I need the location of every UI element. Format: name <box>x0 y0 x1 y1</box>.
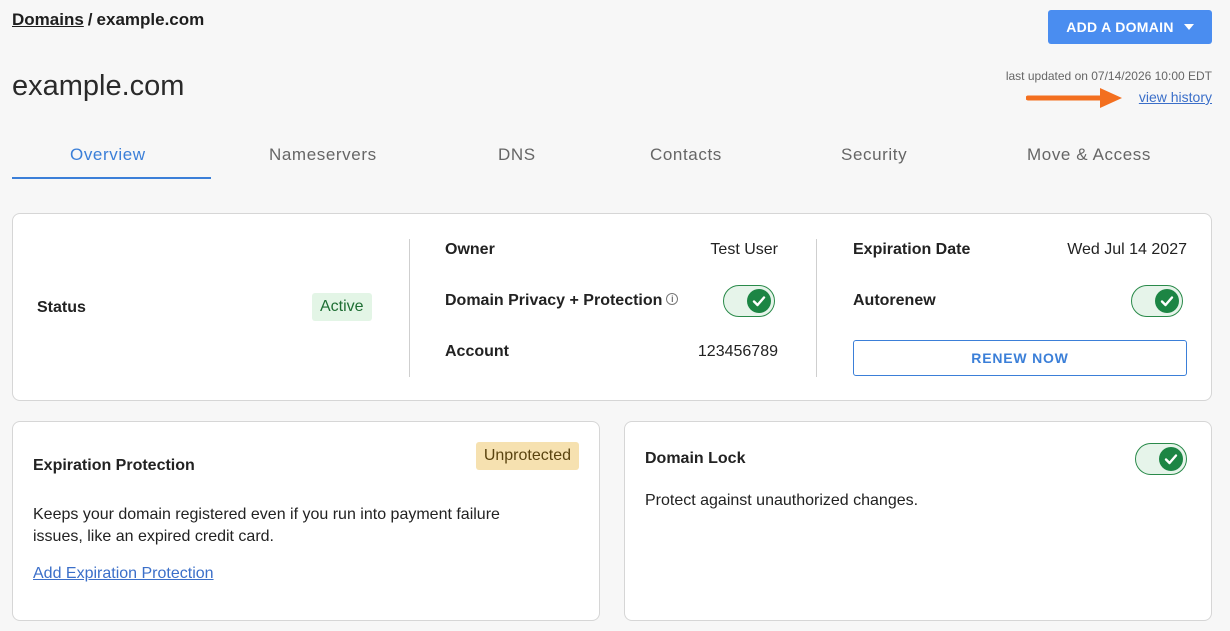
add-expiration-protection-link[interactable]: Add Expiration Protection <box>33 565 214 583</box>
account-label: Account <box>445 343 509 360</box>
expiration-date-value: Wed Jul 14 2027 <box>1067 241 1187 258</box>
expiration-protection-description: Keeps your domain registered even if you… <box>33 506 500 545</box>
last-updated-text: last updated on 07/14/2026 10:00 EDT <box>1005 69 1212 83</box>
breadcrumb-separator: / <box>87 10 93 29</box>
account-value: 123456789 <box>697 343 778 360</box>
add-domain-button[interactable]: ADD A DOMAIN <box>1048 10 1212 44</box>
renew-now-button[interactable]: RENEW NOW <box>853 340 1187 376</box>
tab-move-access[interactable]: Move & Access <box>1027 145 1151 165</box>
breadcrumb: Domains / example.com <box>12 10 204 30</box>
privacy-toggle[interactable] <box>723 285 775 317</box>
tab-dns[interactable]: DNS <box>498 145 536 165</box>
add-domain-label: ADD A DOMAIN <box>1066 19 1174 35</box>
status-label: Status <box>37 299 86 316</box>
domain-lock-card: Domain Lock Protect against unauthorized… <box>624 421 1212 621</box>
tab-security[interactable]: Security <box>841 145 907 165</box>
domain-lock-toggle[interactable] <box>1135 443 1187 475</box>
expiration-protection-title: Expiration Protection <box>33 457 195 474</box>
autorenew-toggle[interactable] <box>1131 285 1183 317</box>
domain-lock-title: Domain Lock <box>645 450 746 467</box>
check-icon <box>1159 447 1183 471</box>
tab-bar: Overview Nameservers DNS Contacts Securi… <box>12 140 1212 180</box>
chevron-down-icon <box>1183 24 1194 30</box>
tab-overview[interactable]: Overview <box>70 145 146 165</box>
check-icon <box>1155 289 1179 313</box>
breadcrumb-domains-link[interactable]: Domains <box>12 10 84 29</box>
active-tab-indicator <box>12 177 211 179</box>
divider <box>409 239 410 377</box>
tab-nameservers[interactable]: Nameservers <box>269 145 377 165</box>
owner-value: Test User <box>710 241 778 258</box>
info-icon[interactable]: i <box>666 293 679 305</box>
domain-summary-card: Status Active Owner Test User Domain Pri… <box>12 213 1212 401</box>
check-icon <box>747 289 771 313</box>
page-title: example.com <box>12 70 185 102</box>
divider <box>816 239 817 377</box>
expiration-protection-card: Expiration Protection Unprotected Keeps … <box>12 421 600 621</box>
privacy-label-text: Domain Privacy + Protection <box>445 292 663 309</box>
tab-contacts[interactable]: Contacts <box>650 145 722 165</box>
view-history-link[interactable]: view history <box>1139 89 1212 105</box>
expiration-date-label: Expiration Date <box>853 241 971 258</box>
domain-lock-description: Protect against unauthorized changes. <box>645 492 919 509</box>
privacy-label: Domain Privacy + Protection i <box>445 292 679 310</box>
autorenew-label: Autorenew <box>853 292 936 309</box>
protection-status-badge: Unprotected <box>475 442 579 470</box>
arrow-right-icon <box>1026 88 1122 108</box>
status-badge: Active <box>312 293 372 321</box>
breadcrumb-current: example.com <box>96 10 205 29</box>
owner-label: Owner <box>445 241 495 258</box>
